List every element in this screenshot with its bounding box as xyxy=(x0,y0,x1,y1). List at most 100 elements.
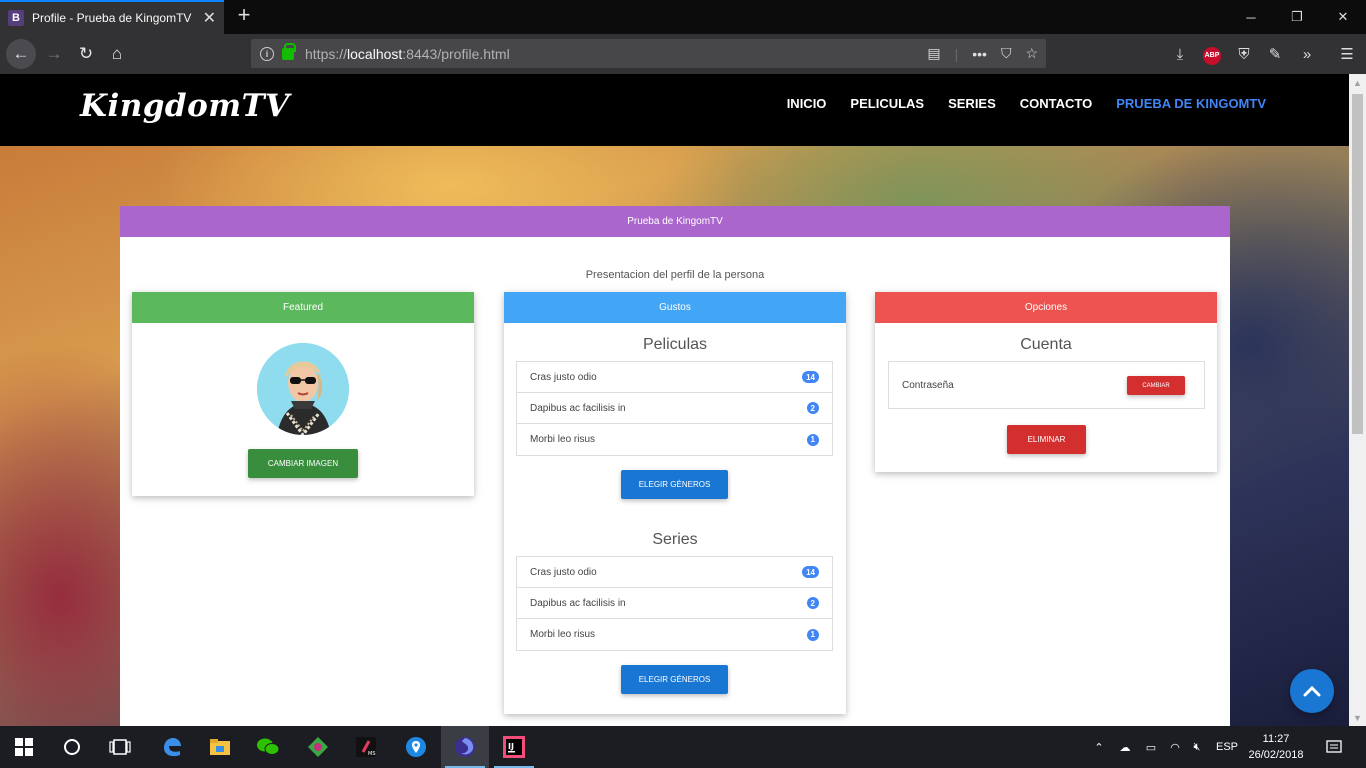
gitkraken-icon[interactable] xyxy=(294,726,342,768)
url-scheme: https:// xyxy=(305,45,348,62)
shield-icon[interactable]: ⛨ xyxy=(1232,42,1256,66)
wechat-icon[interactable] xyxy=(244,726,292,768)
file-explorer-icon[interactable] xyxy=(196,726,244,768)
avatar xyxy=(257,343,349,435)
forward-arrow-icon[interactable]: → xyxy=(40,40,68,68)
minimize-window-icon[interactable]: ─ xyxy=(1228,0,1274,34)
reload-icon[interactable]: ↻ xyxy=(72,40,100,68)
cortana-search-icon[interactable] xyxy=(48,726,96,768)
clock-time: 11:27 xyxy=(1262,733,1290,745)
nav-link-contacto[interactable]: CONTACTO xyxy=(1020,96,1092,111)
abp-badge: ABP xyxy=(1203,46,1221,65)
task-view-icon[interactable] xyxy=(96,726,144,768)
scroll-down-arrow-icon[interactable]: ▼ xyxy=(1349,709,1366,726)
opciones-panel: Opciones Cuenta Contraseña CAMBIAR ELIMI… xyxy=(875,292,1217,472)
url-host: localhost xyxy=(347,45,403,62)
clock-date: 26/02/2018 xyxy=(1248,749,1304,761)
svg-text:MS: MS xyxy=(368,751,376,757)
scroll-up-arrow-icon[interactable]: ▲ xyxy=(1349,74,1366,91)
system-tray: ⌃ ☁ ▭ ◠ 🔇︎ ESP xyxy=(1092,726,1238,768)
choose-genres-movies-button[interactable]: ELEGIR GÉNEROS xyxy=(621,470,728,499)
eyedropper-icon[interactable]: ✎ xyxy=(1263,42,1287,66)
list-item[interactable]: Cras justo odio 14 xyxy=(517,362,832,393)
page-actions-icon[interactable]: ••• xyxy=(972,46,987,62)
account-title: Cuenta xyxy=(1020,336,1072,353)
scroll-to-top-button[interactable] xyxy=(1290,669,1334,713)
nav-link-inicio[interactable]: INICIO xyxy=(787,96,827,111)
url-text: https://localhost:8443/profile.html xyxy=(305,46,510,62)
downloads-icon[interactable]: ⤓ xyxy=(1168,42,1192,66)
language-indicator[interactable]: ESP xyxy=(1216,741,1238,753)
browser-tab-strip: B Profile - Prueba de KingomTV ✕ + ─ ❐ ✕ xyxy=(0,0,1366,34)
browser-tab-profile[interactable]: B Profile - Prueba de KingomTV ✕ xyxy=(0,0,224,34)
secure-lock-icon[interactable] xyxy=(282,42,296,60)
list-item[interactable]: Dapibus ac facilisis in 2 xyxy=(517,588,832,619)
site-header: KingdomTV INICIO PELICULAS SERIES CONTAC… xyxy=(0,74,1349,146)
edge-browser-icon[interactable] xyxy=(148,726,196,768)
home-icon[interactable]: ⌂ xyxy=(103,40,131,68)
count-badge: 2 xyxy=(806,402,819,414)
delete-account-button[interactable]: ELIMINAR xyxy=(1007,425,1086,454)
chevron-up-icon xyxy=(1303,685,1321,697)
page-scrollbar[interactable]: ▲ ▼ xyxy=(1349,74,1366,726)
url-actions: ▤ | ••• ⛉ ☆ xyxy=(927,39,1038,68)
firefox-taskbar-icon[interactable] xyxy=(441,726,489,768)
nav-link-peliculas[interactable]: PELICULAS xyxy=(850,96,924,111)
list-item[interactable]: Dapibus ac facilisis in 2 xyxy=(517,393,832,424)
brand-logo[interactable]: KingdomTV xyxy=(80,88,290,124)
profile-photo xyxy=(257,343,349,435)
nav-link-profile[interactable]: PRUEBA DE KINGOMTV xyxy=(1116,96,1266,111)
adblock-plus-icon[interactable]: ABP xyxy=(1200,42,1224,66)
list-item[interactable]: Morbi leo risus 1 xyxy=(517,619,832,650)
app-ms-icon[interactable]: MS xyxy=(342,726,390,768)
page-viewport: KingdomTV INICIO PELICULAS SERIES CONTAC… xyxy=(0,74,1349,726)
choose-genres-series-button[interactable]: ELEGIR GÉNEROS xyxy=(621,665,728,694)
peliculas-title: Peliculas xyxy=(642,336,708,353)
maps-pin-icon[interactable] xyxy=(392,726,440,768)
system-clock[interactable]: 11:27 26/02/2018 xyxy=(1243,731,1309,763)
list-item-label: Morbi leo risus xyxy=(530,434,596,445)
list-item-label: Dapibus ac facilisis in xyxy=(530,402,626,414)
change-image-button[interactable]: CAMBIAR IMAGEN xyxy=(248,449,358,478)
opciones-panel-header: Opciones xyxy=(875,292,1217,323)
close-window-icon[interactable]: ✕ xyxy=(1320,0,1366,34)
onedrive-error-icon[interactable]: ☁ xyxy=(1116,741,1134,754)
list-item[interactable]: Cras justo odio 14 xyxy=(517,557,832,588)
count-badge: 1 xyxy=(806,433,819,446)
svg-text:IJ: IJ xyxy=(508,742,514,751)
site-info-icon[interactable]: i xyxy=(260,46,274,61)
featured-panel: Featured CAMBIAR IMAGEN xyxy=(132,292,474,496)
nav-link-series[interactable]: SERIES xyxy=(948,96,996,111)
restore-window-icon[interactable]: ❐ xyxy=(1274,0,1320,34)
list-item[interactable]: Morbi leo risus 1 xyxy=(517,424,832,455)
peliculas-list: Cras justo odio 14 Dapibus ac facilisis … xyxy=(516,361,833,456)
windows-taskbar: MS IJ ⌃ ☁ ▭ ◠ 🔇︎ ESP 11:27 26/02/2018 xyxy=(0,726,1366,768)
url-path: :8443/profile.html xyxy=(402,45,510,62)
pocket-icon[interactable]: ⛉ xyxy=(1001,45,1012,62)
gustos-panel-header: Gustos xyxy=(504,292,846,323)
list-item-label: Cras justo odio xyxy=(530,566,597,578)
action-center-icon[interactable] xyxy=(1318,726,1350,768)
intellij-icon[interactable]: IJ xyxy=(490,726,538,768)
count-badge: 1 xyxy=(806,628,819,641)
overflow-chevron-icon[interactable]: » xyxy=(1295,42,1319,66)
hamburger-menu-icon[interactable]: ☰ xyxy=(1335,42,1359,66)
count-badge: 14 xyxy=(802,566,819,578)
change-password-button[interactable]: CAMBIAR xyxy=(1127,376,1185,395)
show-hidden-icons-icon[interactable]: ⌃ xyxy=(1092,741,1106,754)
bookmark-star-icon[interactable]: ☆ xyxy=(1025,45,1038,62)
new-tab-icon[interactable]: + xyxy=(232,4,256,28)
windows-start-icon[interactable] xyxy=(0,726,48,768)
list-item-label: Cras justo odio xyxy=(530,371,597,383)
scroll-thumb[interactable] xyxy=(1352,94,1363,434)
address-bar[interactable]: i https://localhost:8443/profile.html ▤ … xyxy=(251,39,1046,68)
wifi-icon[interactable]: ◠ xyxy=(1166,741,1184,754)
tab-close-icon[interactable]: ✕ xyxy=(203,8,216,28)
back-arrow-icon[interactable]: ← xyxy=(6,39,36,69)
battery-icon[interactable]: ▭ xyxy=(1142,741,1160,754)
volume-muted-icon[interactable]: 🔇︎ xyxy=(1188,741,1206,754)
featured-panel-header: Featured xyxy=(132,292,474,323)
list-item-label: Morbi leo risus xyxy=(530,629,596,640)
reader-view-icon[interactable]: ▤ xyxy=(927,45,940,62)
separator: | xyxy=(954,45,959,62)
